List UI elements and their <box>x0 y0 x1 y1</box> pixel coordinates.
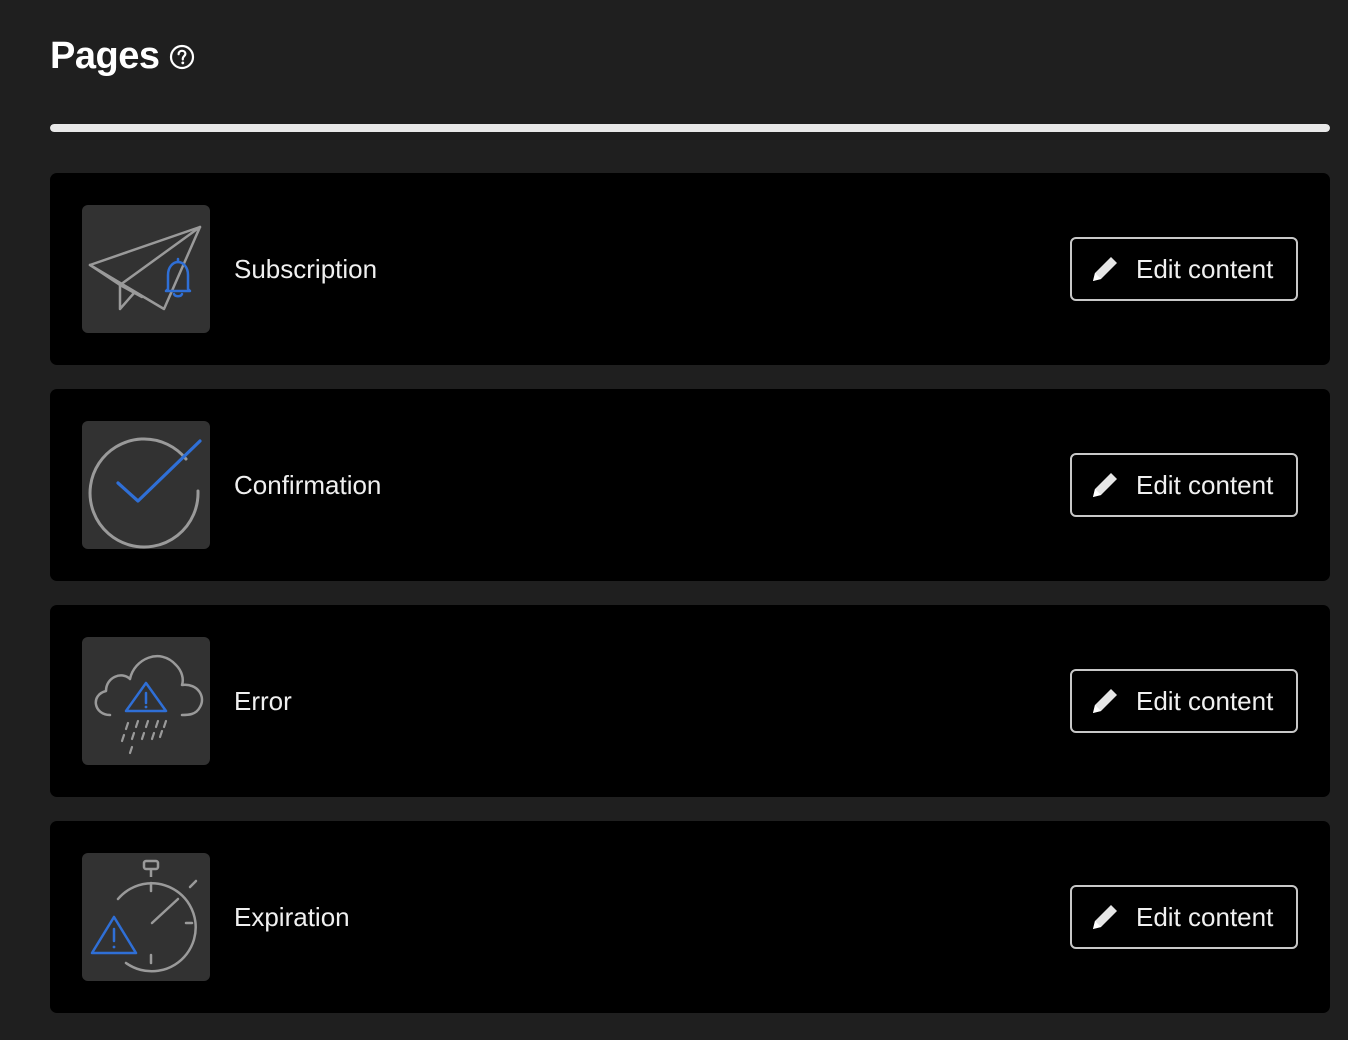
page-card-confirmation: Confirmation Edit content <box>50 389 1330 581</box>
edit-content-label: Edit content <box>1136 685 1274 716</box>
checkmark-circle-icon <box>82 421 210 549</box>
paper-plane-bell-icon <box>82 205 210 333</box>
edit-content-button[interactable]: Edit content <box>1070 237 1298 301</box>
pencil-icon <box>1088 684 1122 718</box>
help-circle-icon[interactable] <box>169 44 195 70</box>
page-card-error: Error Edit content <box>50 605 1330 797</box>
page-card-label: Confirmation <box>234 469 382 500</box>
page-card-label: Expiration <box>234 901 350 932</box>
pencil-icon <box>1088 252 1122 286</box>
edit-content-button[interactable]: Edit content <box>1070 669 1298 733</box>
pencil-icon <box>1088 468 1122 502</box>
edit-content-label: Edit content <box>1136 901 1274 932</box>
page-card-label: Error <box>234 685 292 716</box>
pencil-icon <box>1088 900 1122 934</box>
pages-panel: Pages Subscription Edit content Confirma… <box>0 0 1348 1040</box>
stopwatch-alert-icon <box>82 853 210 981</box>
edit-content-label: Edit content <box>1136 469 1274 500</box>
page-header: Pages <box>50 30 195 82</box>
page-card-label: Subscription <box>234 253 378 284</box>
page-list: Subscription Edit content Confirmation E… <box>50 173 1330 1037</box>
cloud-alert-icon <box>82 637 210 765</box>
page-card-subscription: Subscription Edit content <box>50 173 1330 365</box>
progress-bar <box>50 124 1330 132</box>
progress-bar-fill <box>50 124 1330 132</box>
edit-content-button[interactable]: Edit content <box>1070 453 1298 517</box>
page-card-expiration: Expiration Edit content <box>50 821 1330 1013</box>
page-title: Pages <box>50 34 160 77</box>
edit-content-label: Edit content <box>1136 253 1274 284</box>
edit-content-button[interactable]: Edit content <box>1070 885 1298 949</box>
